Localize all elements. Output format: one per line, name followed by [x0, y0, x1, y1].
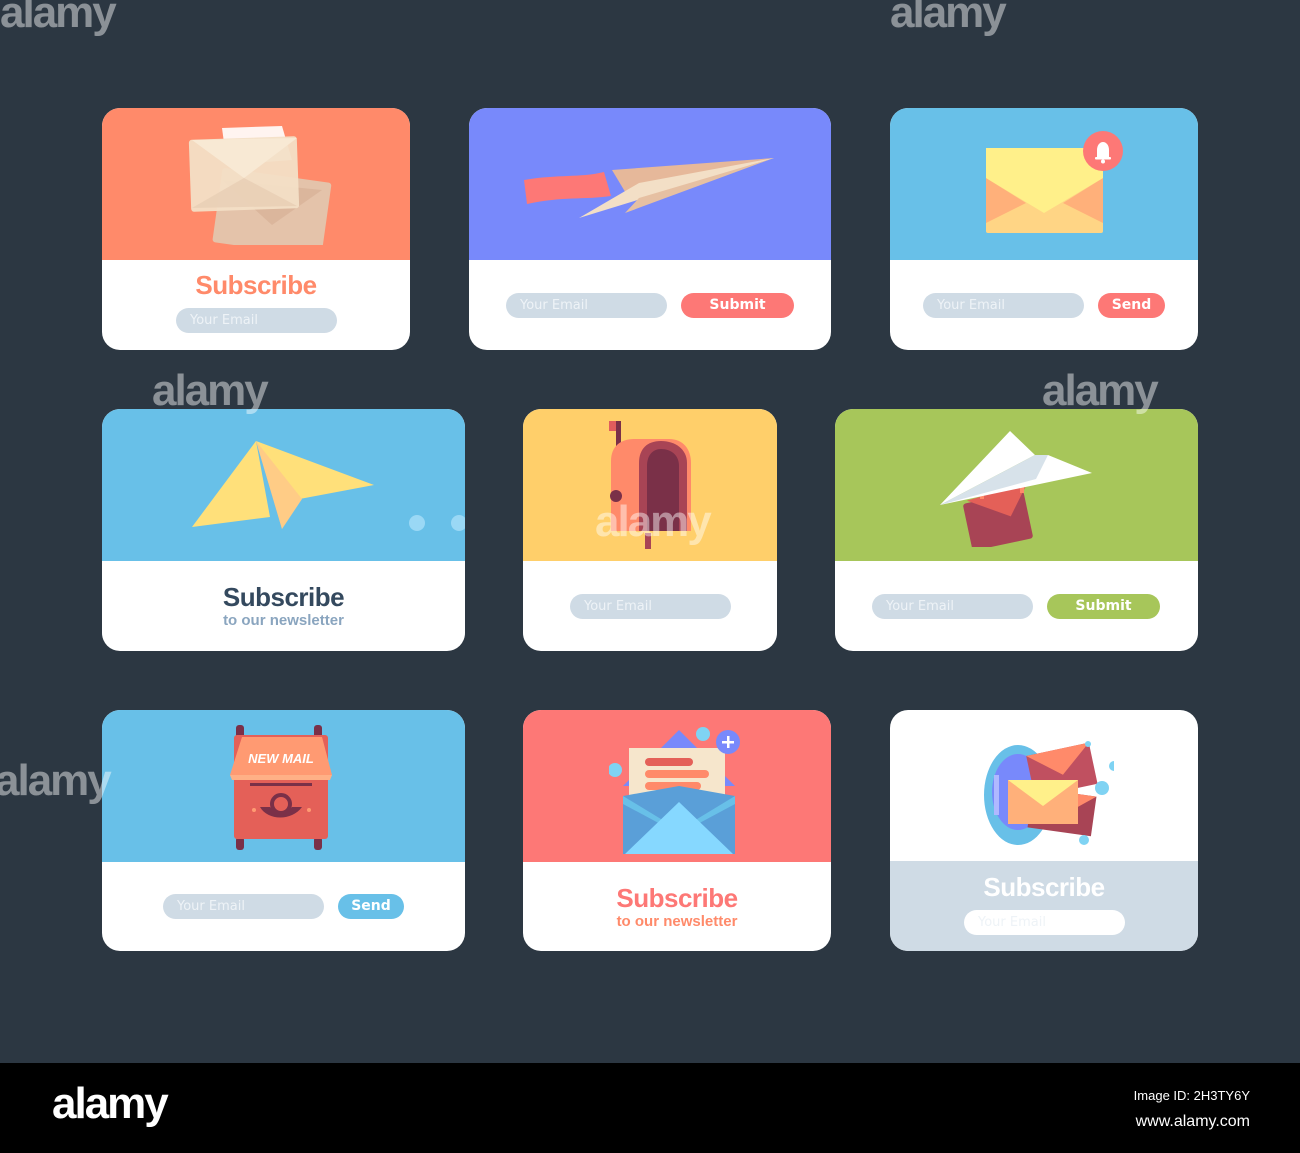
email-input[interactable] [872, 594, 1033, 619]
watermark: alamy [890, 0, 1007, 37]
send-button[interactable]: Send [338, 894, 404, 919]
newsletter-subtitle: to our newsletter [616, 913, 738, 930]
paper-plane-banner-icon [524, 158, 774, 218]
subscribe-title: Subscribe [195, 270, 317, 300]
email-input[interactable] [570, 594, 731, 619]
email-input[interactable] [964, 910, 1125, 935]
alamy-logo: alamy [52, 1079, 169, 1128]
subscribe-title: Subscribe [222, 582, 345, 612]
image-id-label: Image ID: 2H3TY6Y [1133, 1088, 1250, 1103]
subscribe-title: Subscribe [616, 883, 738, 913]
paper-plane-icon [192, 441, 465, 531]
newsletter-subtitle: to our newsletter [223, 612, 344, 629]
email-input[interactable] [506, 293, 667, 318]
subscribe-card-9: Subscribe [890, 710, 1198, 951]
bell-icon [1095, 142, 1111, 164]
subscribe-card-2: Submit [469, 108, 831, 350]
footer-bar: alamy Image ID: 2H3TY6Y www.alamy.com [0, 1063, 1300, 1153]
new-mail-label: NEW MAIL [248, 751, 314, 766]
site-url: www.alamy.com [1135, 1113, 1250, 1130]
watermark: alamy [1042, 366, 1159, 415]
submit-button[interactable]: Submit [681, 293, 794, 318]
subscribe-card-3: Send [890, 108, 1198, 350]
plus-icon [722, 736, 734, 748]
envelopes-icon [188, 126, 332, 245]
new-mail-box-icon: NEW MAIL [230, 725, 332, 850]
watermark: alamy [0, 756, 112, 805]
send-button[interactable]: Send [1098, 293, 1165, 318]
subscribe-card-6: Submit [835, 409, 1198, 651]
watermark: alamy [595, 497, 712, 546]
watermark: alamy [152, 366, 269, 415]
paper-plane-envelope-icon [940, 431, 1092, 547]
email-input[interactable] [176, 308, 337, 333]
add-button[interactable] [716, 730, 740, 754]
subscribe-card-4: Subscribe to our newsletter [102, 409, 465, 651]
subscribe-card-8: Subscribe to our newsletter [523, 710, 831, 951]
portal-envelopes-icon [984, 741, 1114, 845]
watermark: alamy [0, 0, 117, 37]
notification-bell-button[interactable] [1083, 131, 1123, 171]
subscribe-card-1: Subscribe [102, 108, 410, 350]
subscribe-card-7: NEW MAIL Send [102, 710, 465, 951]
email-input[interactable] [923, 293, 1084, 318]
subscribe-title: Subscribe [983, 872, 1105, 902]
email-input[interactable] [163, 894, 324, 919]
submit-button[interactable]: Submit [1047, 594, 1160, 619]
